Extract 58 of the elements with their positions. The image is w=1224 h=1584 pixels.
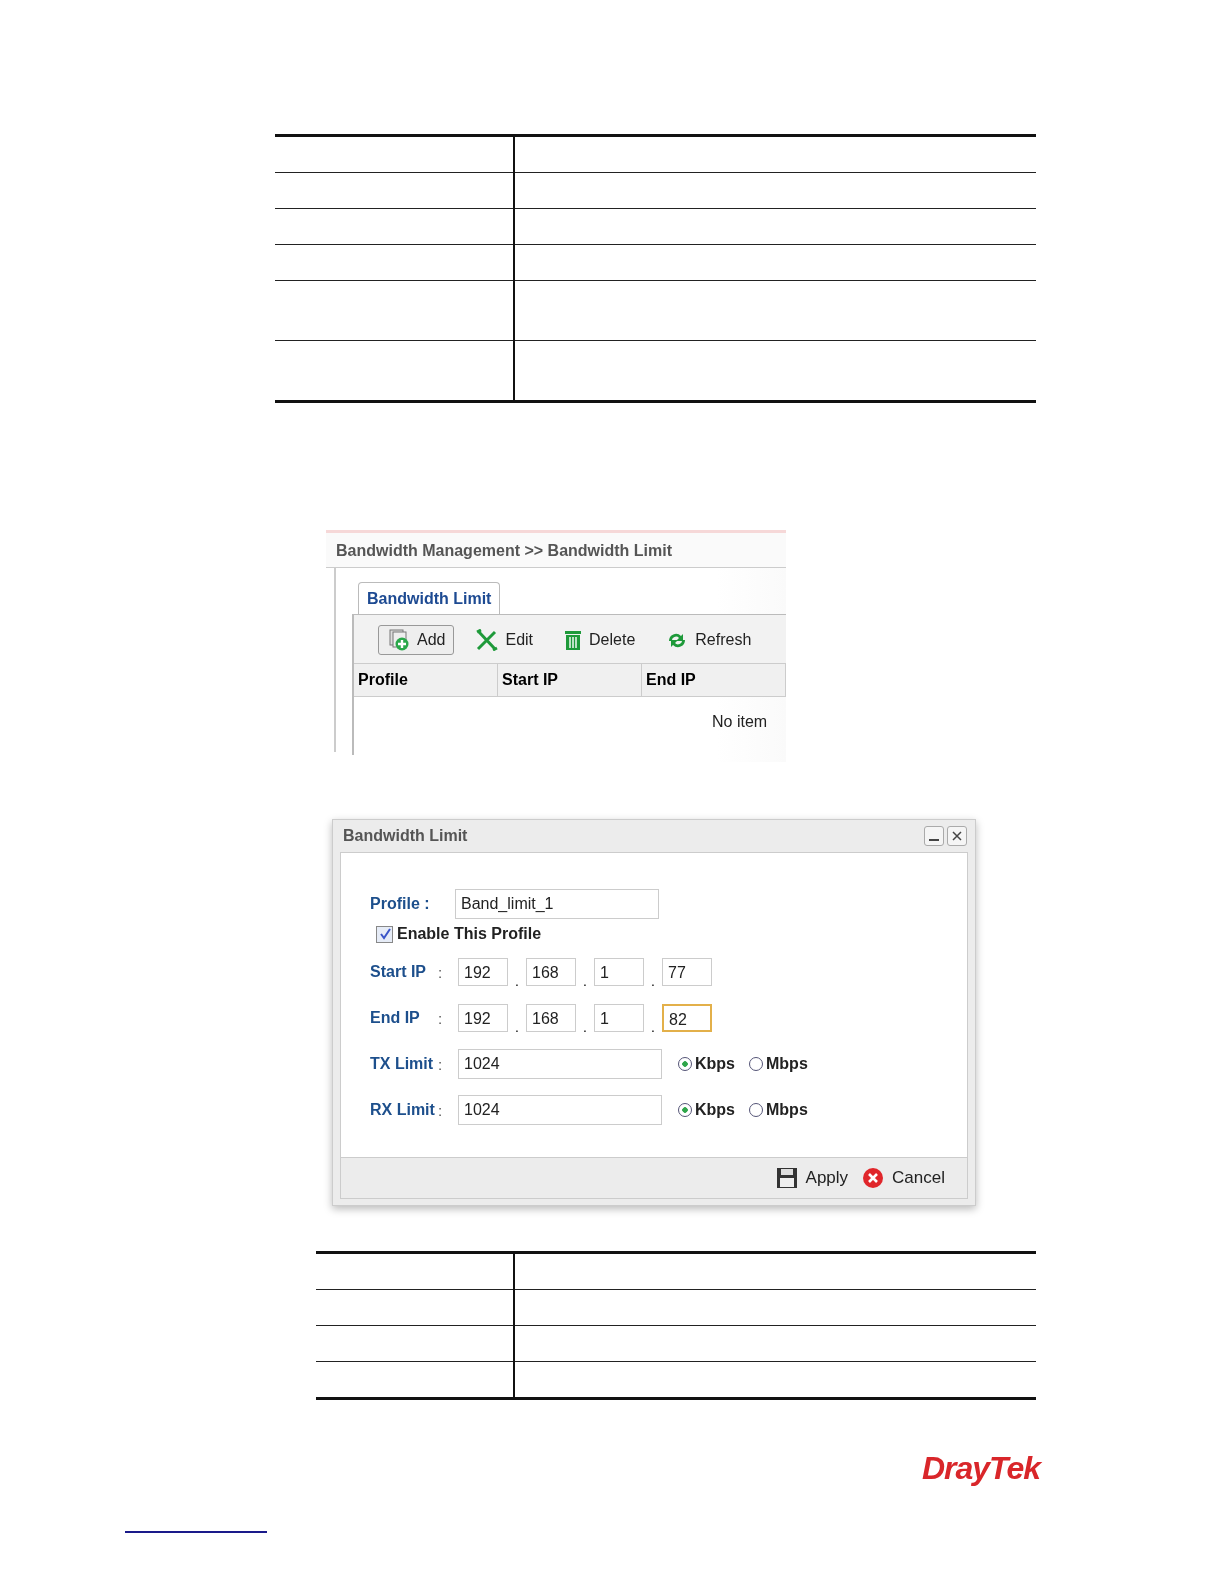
- radio-label: Kbps: [695, 1055, 735, 1073]
- minimize-icon: [929, 839, 939, 841]
- colon: :: [438, 963, 444, 981]
- edit-button[interactable]: Edit: [466, 625, 543, 655]
- cancel-icon: [862, 1167, 885, 1189]
- colon: :: [438, 1009, 444, 1027]
- trash-icon: [563, 629, 584, 651]
- radio-label: Mbps: [766, 1101, 808, 1119]
- add-button[interactable]: Add: [378, 625, 455, 655]
- colon: :: [438, 1055, 444, 1073]
- field-label: End IP: [370, 1009, 421, 1027]
- field-label: RX Limit: [370, 1101, 436, 1119]
- refresh-button[interactable]: Refresh: [656, 625, 761, 655]
- separator-dot: .: [514, 1019, 520, 1037]
- profile-field[interactable]: Band_limit_1: [455, 889, 659, 919]
- ip-octet-field[interactable]: 192: [458, 958, 508, 986]
- ip-octet-field[interactable]: 1: [594, 1004, 644, 1032]
- radio-label: Kbps: [695, 1101, 735, 1119]
- ip-octet-field[interactable]: 192: [458, 1004, 508, 1032]
- minimize-button[interactable]: [924, 826, 944, 846]
- apply-button[interactable]: Apply: [775, 1167, 849, 1189]
- column-header[interactable]: Start IP: [498, 664, 642, 696]
- separator-dot: .: [650, 973, 656, 991]
- logo: DrayTek: [921, 1450, 1040, 1487]
- close-button[interactable]: [947, 826, 967, 846]
- separator-dot: .: [582, 1019, 588, 1037]
- radio-button[interactable]: [678, 1103, 692, 1117]
- colon: :: [438, 1101, 444, 1119]
- separator-dot: .: [650, 1019, 656, 1037]
- cancel-button[interactable]: Cancel: [862, 1167, 945, 1189]
- column-header[interactable]: End IP: [642, 664, 786, 696]
- checkbox-label: Enable This Profile: [397, 925, 542, 943]
- delete-button[interactable]: Delete: [554, 625, 645, 655]
- limit-field[interactable]: 1024: [458, 1095, 662, 1125]
- check-icon: [378, 928, 391, 940]
- radio-button[interactable]: [678, 1057, 692, 1071]
- ip-octet-field[interactable]: 168: [526, 1004, 576, 1032]
- empty-message: No item: [712, 713, 768, 730]
- column-header[interactable]: Profile: [354, 664, 498, 696]
- ip-octet-field[interactable]: 1: [594, 958, 644, 986]
- separator-dot: .: [514, 973, 520, 991]
- field-label: TX Limit: [370, 1055, 435, 1073]
- tools-icon: [475, 629, 500, 651]
- breadcrumb: Bandwidth Management >> Bandwidth Limit: [326, 533, 786, 568]
- dialog-title: Bandwidth Limit: [343, 827, 468, 845]
- field-label: Start IP: [370, 963, 427, 981]
- add-icon: [387, 629, 411, 651]
- save-icon: [775, 1167, 798, 1189]
- radio-label: Mbps: [766, 1055, 808, 1073]
- checkbox[interactable]: [376, 925, 393, 943]
- ip-octet-field[interactable]: 77: [662, 958, 712, 986]
- field-label: Profile :: [370, 895, 431, 913]
- separator-dot: .: [582, 973, 588, 991]
- ip-octet-field[interactable]: 168: [526, 958, 576, 986]
- close-icon: [952, 831, 962, 841]
- ip-octet-field[interactable]: 82: [662, 1004, 712, 1032]
- limit-field[interactable]: 1024: [458, 1049, 662, 1079]
- tab[interactable]: Bandwidth Limit: [358, 582, 501, 614]
